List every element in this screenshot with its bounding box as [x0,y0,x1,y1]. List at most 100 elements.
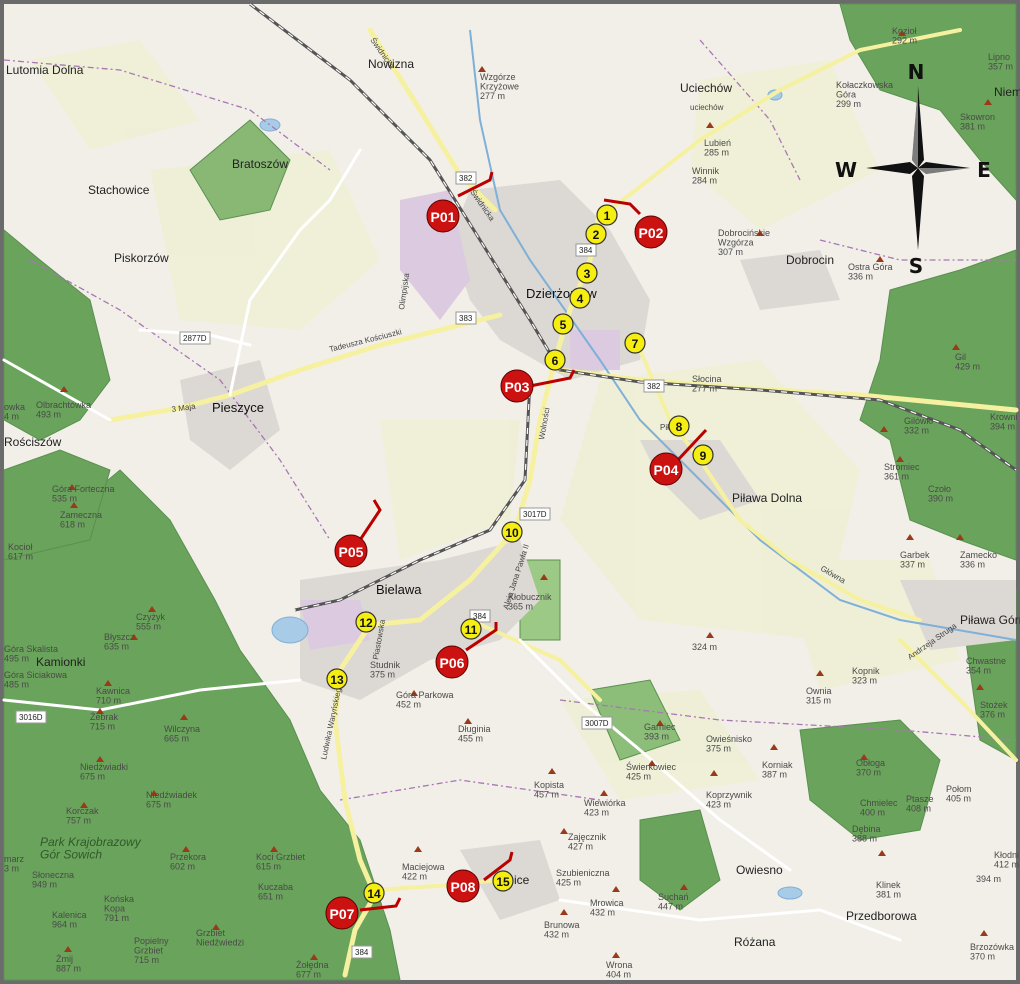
checkpoint-label: 8 [676,420,683,434]
label-pilawa-dolna: Piława Dolna [732,491,802,505]
label-nowizna: Nowizna [368,57,414,71]
label-pilawa-gorna: Piława Górn [960,613,1020,627]
label-bielawa: Bielawa [376,582,422,597]
checkpoint-11[interactable]: 11 [460,618,482,640]
label-niem: Niem [994,85,1020,99]
checkpoint-label: 10 [505,526,519,540]
label-lutomia-dolna: Lutomia Dolna [6,63,84,77]
label-zebrak: Żebrak 715 m [90,712,119,731]
control-point-p01[interactable]: P01 [426,199,460,233]
label-3007d: 3007D [585,719,609,728]
checkpoint-label: 9 [700,449,707,463]
checkpoint-label: 14 [367,887,381,901]
label-kladnica: Kłodni 412 m [994,850,1019,869]
compass-west-label: W [835,158,857,182]
label-m394: 394 m [976,874,1001,884]
label-382-top: 382 [459,174,473,183]
label-krowni: Krowni 394 m [990,412,1018,431]
control-point-p04[interactable]: P04 [649,452,683,486]
label-m324: 324 m [692,642,717,652]
checkpoint-label: 12 [359,616,373,630]
compass-east-label: E [977,158,991,182]
industrial-dzierzoniow-south [570,330,620,370]
label-stachowice: Stachowice [88,183,150,197]
label-polom: Połom 405 m [946,784,972,803]
label-uciechowka: uciechów [690,103,724,112]
control-point-label: P02 [639,225,664,241]
label-uciechow: Uciechów [680,81,732,95]
label-383: 383 [459,314,473,323]
checkpoint-label: 4 [577,292,584,306]
label-winnik: Winnik 284 m [692,166,720,185]
checkpoint-8[interactable]: 8 [668,415,690,437]
label-lipno: Lipno 357 m [988,52,1013,71]
label-gilowki: Gilówki 332 m [904,416,933,435]
control-point-p03[interactable]: P03 [500,369,534,403]
checkpoint-13[interactable]: 13 [326,668,348,690]
label-rosciszow: Rościszów [4,435,62,449]
label-owniia: Ownia 315 m [806,686,832,705]
control-point-label: P08 [451,879,476,895]
label-382-right: 382 [647,382,661,391]
label-2877d: 2877D [183,334,207,343]
checkpoint-3[interactable]: 3 [576,262,598,284]
label-wrona: Wrona 404 m [606,960,632,979]
checkpoint-label: 6 [552,354,559,368]
label-ptasze: Ptasze 408 m [906,794,934,813]
checkpoint-label: 7 [632,337,639,351]
topographic-map[interactable]: 382 383 384 382 384 384 2877D 3017D 3007… [0,0,1020,984]
compass-south-label: S [909,254,923,278]
label-obloga: Obłoga 370 m [856,758,885,777]
control-point-label: P01 [431,209,456,225]
label-kopnik: Kopnik 323 m [852,666,880,685]
checkpoint-2[interactable]: 2 [585,223,607,245]
checkpoint-label: 1 [604,209,611,223]
label-czolo: Czoło 390 m [928,484,953,503]
label-koziol: Kozioł 292 m [892,26,917,45]
label-kamionki: Kamionki [36,655,85,669]
label-stozek-376: Stożek 376 m [980,700,1008,719]
label-piskorzow: Piskorzów [114,251,169,265]
pond-southeast [777,886,803,900]
label-lubien: Lubień 285 m [704,138,731,157]
checkpoint-label: 5 [560,318,567,332]
label-3017d: 3017D [523,510,547,519]
checkpoint-4[interactable]: 4 [569,287,591,309]
lake-bielawa [271,616,309,644]
checkpoint-label: 13 [330,673,344,687]
checkpoint-10[interactable]: 10 [501,521,523,543]
checkpoint-label: 3 [584,267,591,281]
control-point-p06[interactable]: P06 [435,645,469,679]
label-bratoszow: Bratoszów [232,157,288,171]
label-debina: Dębina 388 m [852,824,881,843]
checkpoint-6[interactable]: 6 [544,349,566,371]
control-point-p02[interactable]: P02 [634,215,668,249]
label-3016d: 3016D [19,713,43,722]
checkpoint-12[interactable]: 12 [355,611,377,633]
control-point-p05[interactable]: P05 [334,534,368,568]
control-point-label: P05 [339,544,364,560]
checkpoint-label: 11 [465,623,478,637]
label-owiesno: Owiesno [736,863,783,877]
checkpoint-label: 15 [496,875,510,889]
label-kice: ice [514,873,530,887]
control-point-label: P07 [330,906,355,922]
label-przedborowa: Przedborowa [846,909,917,923]
control-point-label: P03 [505,379,530,395]
control-point-label: P04 [654,462,679,478]
checkpoint-9[interactable]: 9 [692,444,714,466]
label-dobrocin: Dobrocin [786,253,834,267]
checkpoint-7[interactable]: 7 [624,332,646,354]
checkpoint-15[interactable]: 15 [492,870,514,892]
checkpoint-5[interactable]: 5 [552,313,574,335]
label-384-bottom: 384 [355,948,369,957]
control-point-p07[interactable]: P07 [325,896,359,930]
label-rozana: Różana [734,935,776,949]
control-point-p08[interactable]: P08 [446,869,480,903]
pond-north [259,118,281,132]
checkpoint-1[interactable]: 1 [596,204,618,226]
checkpoint-14[interactable]: 14 [363,882,385,904]
label-384-mid: 384 [579,246,593,255]
checkpoint-label: 2 [593,228,600,242]
compass-north-label: N [908,60,925,84]
